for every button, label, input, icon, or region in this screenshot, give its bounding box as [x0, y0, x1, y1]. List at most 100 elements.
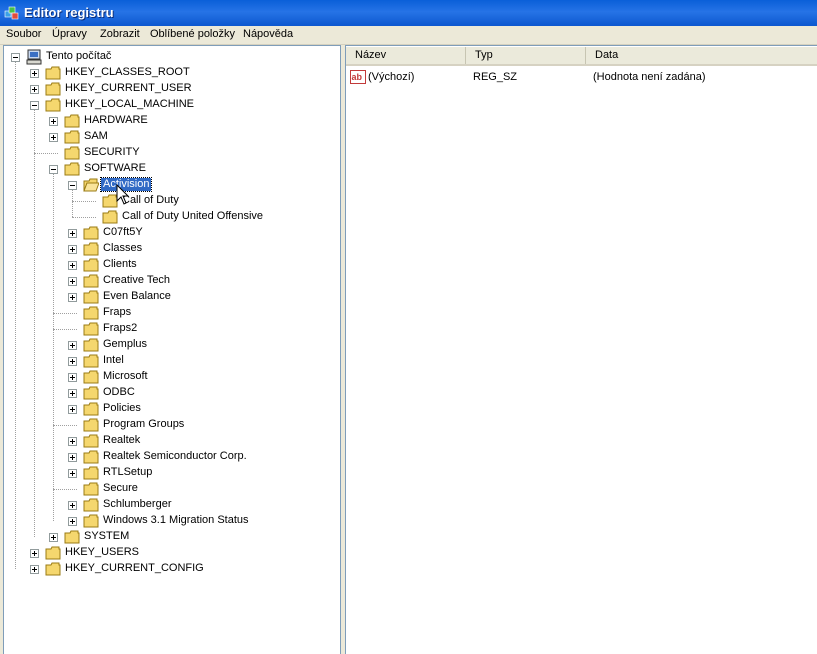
folder-icon	[83, 354, 99, 368]
tree-item-hklm[interactable]: HKEY_LOCAL_MACHINE	[4, 97, 334, 113]
column-header-name[interactable]: Název	[346, 47, 466, 64]
tree-item-policies[interactable]: Policies	[4, 401, 334, 417]
tree-item-secure[interactable]: Secure	[4, 481, 334, 497]
tree-item-hku[interactable]: HKEY_USERS	[4, 545, 334, 561]
tree-label: HKEY_CURRENT_CONFIG	[65, 562, 204, 574]
expand-icon[interactable]	[30, 565, 39, 574]
title-bar[interactable]: Editor registru	[0, 0, 817, 26]
expand-icon[interactable]	[68, 261, 77, 270]
tree-item-program-groups[interactable]: Program Groups	[4, 417, 334, 433]
column-header-type[interactable]: Typ	[466, 47, 586, 64]
expand-icon[interactable]	[49, 117, 58, 126]
tree-label: HARDWARE	[84, 114, 148, 126]
expand-icon[interactable]	[68, 357, 77, 366]
menu-zobrazit[interactable]: Zobrazit	[100, 28, 140, 40]
tree-item-root[interactable]: Tento počítač	[4, 49, 334, 65]
values-list[interactable]: Název Typ Data ab (Výchozí) REG_SZ (Hodn…	[345, 45, 817, 654]
tree-item-software[interactable]: SOFTWARE	[4, 161, 334, 177]
folder-icon	[83, 386, 99, 400]
registry-editor-icon	[4, 6, 19, 20]
folder-icon	[45, 66, 61, 80]
expand-icon[interactable]	[30, 549, 39, 558]
expand-icon[interactable]	[49, 133, 58, 142]
expand-icon[interactable]	[68, 389, 77, 398]
tree-label: RTLSetup	[103, 466, 153, 478]
folder-icon	[83, 274, 99, 288]
list-header: Název Typ Data	[346, 47, 817, 66]
tree-item-even-balance[interactable]: Even Balance	[4, 289, 334, 305]
folder-icon	[45, 562, 61, 576]
tree-item-realtek-semi[interactable]: Realtek Semiconductor Corp.	[4, 449, 334, 465]
tree-label: Realtek Semiconductor Corp.	[103, 450, 247, 462]
tree-item-schlumberger[interactable]: Schlumberger	[4, 497, 334, 513]
folder-icon	[83, 418, 99, 432]
tree-item-activision[interactable]: Activision	[4, 177, 334, 193]
tree-item-odbc[interactable]: ODBC	[4, 385, 334, 401]
expand-icon[interactable]	[68, 229, 77, 238]
expand-icon[interactable]	[68, 469, 77, 478]
tree-item-realtek[interactable]: Realtek	[4, 433, 334, 449]
menu-upravy[interactable]: Úpravy	[52, 28, 87, 40]
tree-item-fraps2[interactable]: Fraps2	[4, 321, 334, 337]
tree-label: SOFTWARE	[84, 162, 146, 174]
mouse-cursor-icon	[116, 184, 130, 205]
tree-item-intel[interactable]: Intel	[4, 353, 334, 369]
expand-icon[interactable]	[30, 69, 39, 78]
collapse-icon[interactable]	[30, 101, 39, 110]
menu-soubor[interactable]: Soubor	[6, 28, 41, 40]
tree-label: HKEY_USERS	[65, 546, 139, 558]
tree-label: Creative Tech	[103, 274, 171, 286]
collapse-icon[interactable]	[11, 53, 20, 62]
tree-item-fraps[interactable]: Fraps	[4, 305, 334, 321]
tree-label: Fraps2	[103, 322, 138, 334]
expand-icon[interactable]	[68, 277, 77, 286]
tree-item-creative-tech[interactable]: Creative Tech	[4, 273, 334, 289]
tree-label: SAM	[84, 130, 108, 142]
tree-item-hkcc[interactable]: HKEY_CURRENT_CONFIG	[4, 561, 334, 577]
tree-label: Gemplus	[103, 338, 148, 350]
folder-icon	[83, 370, 99, 384]
tree-item-security[interactable]: SECURITY	[4, 145, 334, 161]
expand-icon[interactable]	[68, 437, 77, 446]
expand-icon[interactable]	[68, 405, 77, 414]
tree-item-c07ft5y[interactable]: C07ft5Y	[4, 225, 334, 241]
expand-icon[interactable]	[30, 85, 39, 94]
folder-icon	[83, 498, 99, 512]
menu-napoveda[interactable]: Nápověda	[243, 28, 293, 40]
tree-item-call-of-duty-uo[interactable]: Call of Duty United Offensive	[4, 209, 334, 225]
tree-label: Fraps	[103, 306, 132, 318]
collapse-icon[interactable]	[68, 181, 77, 190]
tree-item-hkcu[interactable]: HKEY_CURRENT_USER	[4, 81, 334, 97]
folder-icon	[45, 546, 61, 560]
expand-icon[interactable]	[68, 517, 77, 526]
tree-item-hardware[interactable]: HARDWARE	[4, 113, 334, 129]
collapse-icon[interactable]	[49, 165, 58, 174]
tree-item-classes[interactable]: Classes	[4, 241, 334, 257]
tree-item-clients[interactable]: Clients	[4, 257, 334, 273]
tree-item-sam[interactable]: SAM	[4, 129, 334, 145]
value-type: REG_SZ	[473, 71, 518, 83]
tree-label: Even Balance	[103, 290, 171, 302]
tree-item-hkcr[interactable]: HKEY_CLASSES_ROOT	[4, 65, 334, 81]
tree-item-system[interactable]: SYSTEM	[4, 529, 334, 545]
tree-item-rtlsetup[interactable]: RTLSetup	[4, 465, 334, 481]
expand-icon[interactable]	[68, 453, 77, 462]
expand-icon[interactable]	[68, 341, 77, 350]
tree-item-win31-migration[interactable]: Windows 3.1 Migration Status	[4, 513, 334, 529]
folder-icon	[83, 242, 99, 256]
value-data: (Hodnota není zadána)	[593, 71, 706, 83]
expand-icon[interactable]	[49, 533, 58, 542]
column-header-data[interactable]: Data	[586, 47, 817, 64]
tree-label: ODBC	[103, 386, 135, 398]
tree-item-call-of-duty[interactable]: Call of Duty	[4, 193, 334, 209]
expand-icon[interactable]	[68, 373, 77, 382]
expand-icon[interactable]	[68, 245, 77, 254]
tree-item-gemplus[interactable]: Gemplus	[4, 337, 334, 353]
tree-item-microsoft[interactable]: Microsoft	[4, 369, 334, 385]
value-row[interactable]: ab (Výchozí) REG_SZ (Hodnota není zadána…	[350, 70, 810, 86]
folder-icon	[83, 306, 99, 320]
expand-icon[interactable]	[68, 501, 77, 510]
registry-tree[interactable]: Tento počítač HKEY_CLASSES_ROOT HKEY_CUR…	[3, 45, 341, 654]
menu-oblibene[interactable]: Oblíbené položky	[150, 28, 235, 40]
expand-icon[interactable]	[68, 293, 77, 302]
